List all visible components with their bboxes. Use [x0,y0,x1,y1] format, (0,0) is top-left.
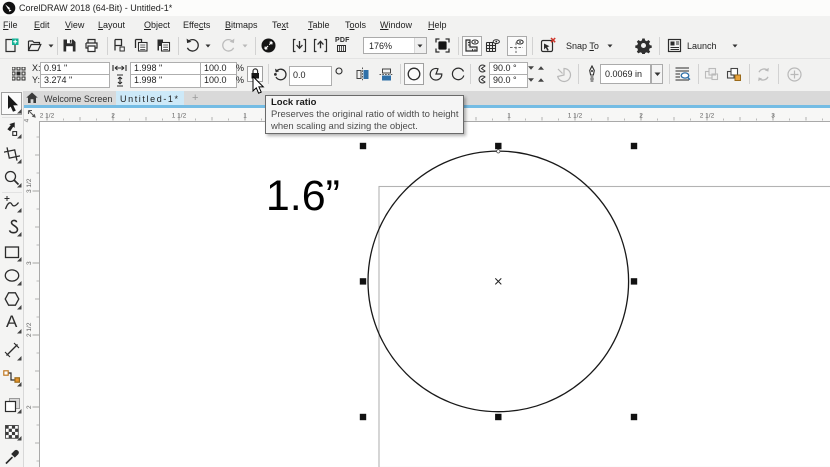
svg-text:3: 3 [771,113,775,120]
svg-text:2: 2 [26,405,33,409]
svg-text:3: 3 [26,261,33,265]
svg-text:1: 1 [243,113,247,120]
svg-text:1 1/2: 1 1/2 [172,113,187,120]
svg-text:1 1/2: 1 1/2 [568,113,583,120]
svg-text:1: 1 [507,113,511,120]
svg-text:2 1/2: 2 1/2 [40,113,55,120]
svg-text:2 1/2: 2 1/2 [700,113,715,120]
svg-text:3 1/2: 3 1/2 [26,178,33,193]
svg-text:2 1/2: 2 1/2 [26,322,33,337]
svg-text:2: 2 [639,113,643,120]
svg-text:2: 2 [111,113,115,120]
